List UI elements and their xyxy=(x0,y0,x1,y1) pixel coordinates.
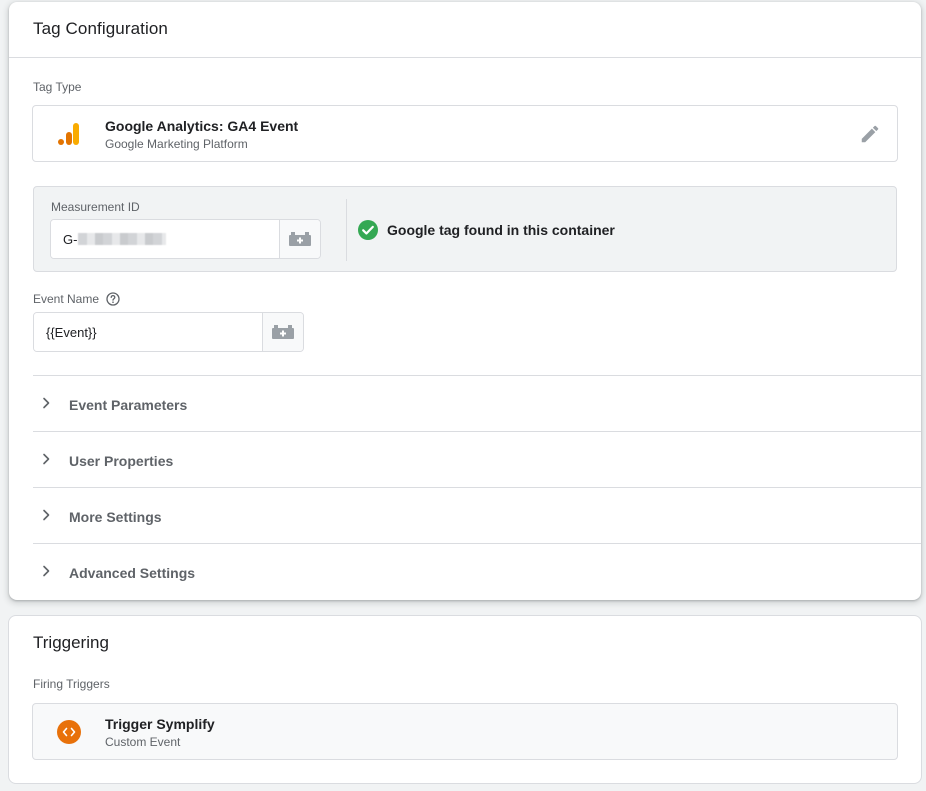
event-name-field-group: {{Event}} xyxy=(33,312,304,352)
variable-brick-icon xyxy=(289,232,311,246)
chevron-right-icon xyxy=(43,397,50,409)
tag-type-selector[interactable]: Google Analytics: GA4 Event Google Marke… xyxy=(32,105,898,162)
trigger-item[interactable]: Trigger Symplify Custom Event xyxy=(32,703,898,760)
section-label: Event Parameters xyxy=(69,397,188,413)
code-brackets-icon xyxy=(57,720,81,744)
tag-type-label: Tag Type xyxy=(33,80,82,94)
section-more-settings[interactable]: More Settings xyxy=(33,487,921,543)
firing-triggers-label: Firing Triggers xyxy=(33,677,110,691)
tag-configuration-card: Tag Configuration Tag Type Google Analyt… xyxy=(9,2,921,600)
section-event-parameters[interactable]: Event Parameters xyxy=(33,375,921,431)
chevron-right-icon xyxy=(43,453,50,465)
check-circle-icon xyxy=(358,220,378,240)
trigger-type: Custom Event xyxy=(105,735,181,749)
google-analytics-icon xyxy=(58,123,79,145)
measurement-id-input[interactable]: G- xyxy=(51,220,279,258)
pencil-icon[interactable] xyxy=(859,123,881,145)
section-label: Advanced Settings xyxy=(69,565,196,581)
section-advanced-settings[interactable]: Advanced Settings xyxy=(33,543,921,599)
tag-configuration-header: Tag Configuration xyxy=(9,2,921,58)
measurement-id-label: Measurement ID xyxy=(51,200,140,214)
event-name-variable-button[interactable] xyxy=(262,313,303,351)
tag-type-name: Google Analytics: GA4 Event xyxy=(105,118,299,134)
google-tag-status: Google tag found in this container xyxy=(387,222,615,238)
triggering-card[interactable]: Triggering Firing Triggers Trigger Sympl… xyxy=(8,615,922,784)
event-name-label-group: Event Name xyxy=(33,292,120,306)
measurement-id-panel: Measurement ID G- Google tag found in th… xyxy=(33,186,897,272)
measurement-id-prefix: G- xyxy=(63,232,78,247)
event-name-input[interactable]: {{Event}} xyxy=(34,313,262,351)
section-user-properties[interactable]: User Properties xyxy=(33,431,921,487)
section-label: More Settings xyxy=(69,509,162,525)
trigger-name: Trigger Symplify xyxy=(105,716,215,732)
redacted-id-mask xyxy=(78,233,167,245)
help-circle-icon[interactable] xyxy=(106,292,120,306)
measurement-id-variable-button[interactable] xyxy=(279,220,320,258)
measurement-id-field-group: G- xyxy=(50,219,321,259)
event-name-label: Event Name xyxy=(33,292,100,306)
triggering-title: Triggering xyxy=(33,633,109,652)
tag-configuration-title: Tag Configuration xyxy=(33,19,168,38)
measurement-divider xyxy=(346,199,347,261)
variable-brick-icon xyxy=(272,325,294,339)
chevron-right-icon xyxy=(43,509,50,521)
chevron-right-icon xyxy=(43,565,50,577)
section-label: User Properties xyxy=(69,453,174,469)
tag-type-provider: Google Marketing Platform xyxy=(105,137,248,151)
